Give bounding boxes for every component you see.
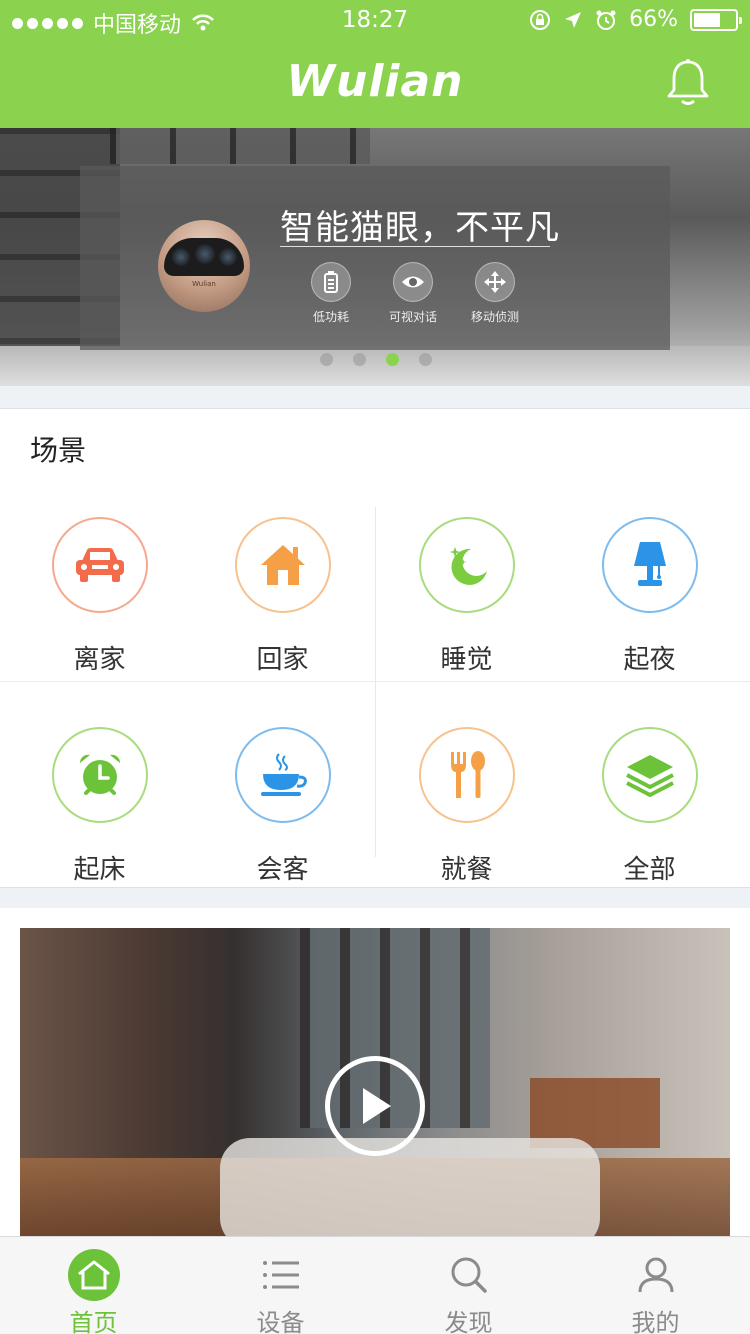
tab-label: 首页 (69, 1309, 118, 1334)
camera-face (164, 238, 244, 276)
fork-spoon-icon (450, 751, 485, 798)
user-icon (630, 1249, 682, 1301)
scene-label: 回家 (256, 645, 309, 675)
battery-percent: 66% (629, 7, 678, 32)
scene-label: 起夜 (623, 645, 676, 675)
top-bar: 中国移动 18:27 66% Wulian (0, 0, 750, 128)
video-player[interactable] (20, 928, 730, 1238)
status-bar: 中国移动 18:27 66% (0, 0, 750, 40)
pager-dot[interactable] (320, 353, 333, 366)
feature-label: 移动侦测 (470, 310, 519, 324)
tab-discover[interactable]: 发现 (375, 1249, 562, 1334)
banner-divider (280, 246, 550, 247)
scene-wake-up[interactable]: 起床 (6, 727, 193, 886)
scene-all[interactable]: 全部 (556, 727, 743, 886)
scene-label: 全部 (623, 855, 676, 885)
scene-label: 起床 (73, 855, 126, 885)
scene-circle (601, 727, 698, 823)
battery-fill (694, 12, 720, 27)
camera-lens (219, 248, 237, 266)
scene-circle (601, 517, 698, 613)
banner-pager (320, 353, 432, 366)
scene-guests[interactable]: 会客 (189, 727, 376, 886)
scenes-section: 场景 离家 回家 睡觉 起夜 起床 会客 就餐 全部 (0, 408, 750, 888)
video-section (0, 908, 750, 1238)
scene-leave-home[interactable]: 离家 (6, 517, 193, 676)
house-icon (260, 545, 305, 585)
scene-label: 睡觉 (440, 645, 493, 675)
tab-devices[interactable]: 设备 (187, 1249, 374, 1334)
status-right: 66% (529, 7, 742, 32)
scene-label: 离家 (73, 645, 126, 675)
feature-video-call: 可视对话 (368, 262, 458, 325)
tab-label: 发现 (444, 1309, 493, 1334)
pager-dot[interactable] (353, 353, 366, 366)
banner-title: 智能猫眼，不平凡 (280, 208, 560, 248)
camera-lens (195, 244, 215, 264)
alarm-icon (596, 10, 616, 30)
alarm-clock-icon (79, 754, 120, 795)
grid-divider (0, 681, 750, 682)
camera-brand-text: Wulian (192, 280, 216, 288)
feature-label: 低功耗 (312, 310, 349, 324)
move-icon (475, 262, 515, 302)
car-icon (75, 548, 124, 582)
scene-label: 会客 (256, 855, 309, 885)
home-icon (67, 1249, 120, 1301)
scene-circle (418, 727, 515, 823)
battery-icon (311, 262, 351, 302)
search-icon (443, 1249, 495, 1301)
smart-peephole-camera-image: Wulian (158, 220, 250, 312)
tab-me[interactable]: 我的 (562, 1249, 749, 1334)
battery-icon (690, 8, 742, 31)
section-title: 场景 (30, 434, 87, 467)
feature-motion-detection: 移动侦测 (450, 262, 540, 325)
scene-night-up[interactable]: 起夜 (556, 517, 743, 676)
tab-label: 设备 (256, 1309, 305, 1334)
scene-circle (51, 517, 148, 613)
feature-label: 可视对话 (388, 310, 437, 324)
app-logo: Wulian (286, 56, 464, 107)
bell-icon[interactable] (664, 58, 712, 108)
feature-low-power: 低功耗 (286, 262, 376, 325)
scene-circle (234, 517, 331, 613)
scene-sleep[interactable]: 睡觉 (373, 517, 560, 676)
tab-label: 我的 (631, 1309, 680, 1334)
teacup-icon (260, 753, 307, 796)
banner-floor (0, 346, 750, 386)
scene-circle (51, 727, 148, 823)
play-icon[interactable] (325, 1056, 425, 1156)
scene-circle (234, 727, 331, 823)
video-sofa (220, 1138, 600, 1238)
camera-lens (172, 248, 190, 266)
lamp-icon (633, 542, 666, 586)
scene-come-home[interactable]: 回家 (189, 517, 376, 676)
eye-icon (393, 262, 433, 302)
rotation-lock-icon (530, 9, 551, 30)
banner-shelf (110, 128, 370, 164)
scene-label: 就餐 (440, 855, 493, 885)
layers-icon (625, 755, 674, 797)
moon-icon (449, 547, 487, 585)
pager-dot-active[interactable] (386, 353, 399, 366)
promo-banner[interactable]: Wulian 智能猫眼，不平凡 低功耗 可视对话 移动侦测 (0, 128, 750, 386)
pager-dot[interactable] (419, 353, 432, 366)
location-arrow-icon (565, 11, 582, 28)
tab-home[interactable]: 首页 (0, 1249, 187, 1334)
scene-dining[interactable]: 就餐 (373, 727, 560, 886)
tab-bar: 首页 设备 发现 我的 (0, 1236, 750, 1334)
scene-circle (418, 517, 515, 613)
list-icon (255, 1249, 307, 1301)
